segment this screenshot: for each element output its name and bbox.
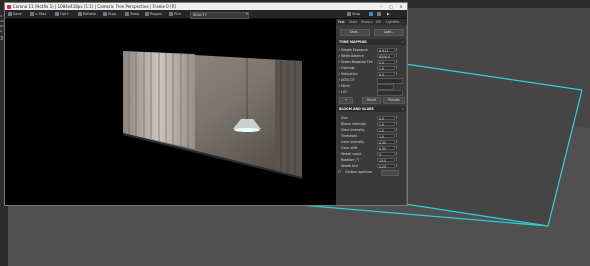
corona-logo-icon [7,4,11,9]
spinner-icon[interactable]: ▴ ▾ [396,133,399,138]
options-icon [55,12,59,16]
spinner-icon[interactable]: ▴ ▾ [396,65,399,70]
window-title: Corona 11 (Hotfix 1) | 1084x418px (1:1) … [13,4,176,9]
tm-row: ✓ LUT [337,89,406,97]
spinner-icon[interactable]: ▴ ▾ [396,157,399,162]
max-icon [30,12,34,16]
refresh-icon [78,12,82,16]
tasks-button[interactable]: Tasks [125,10,139,18]
play-icon[interactable]: ▶ [387,10,390,18]
check-icon: ✓ [401,107,404,111]
refresh-button[interactable]: Refresh [78,10,96,18]
minimize-icon[interactable]: – [376,3,386,10]
region-button[interactable]: Region [145,10,162,18]
stop-button[interactable]: Stop [103,10,116,18]
tab-stats[interactable]: Stats [349,19,357,25]
tone-mapping-header[interactable]: TONE MAPPING ✓ [337,39,406,45]
value-field[interactable]: 1.0 [377,127,395,133]
value-field[interactable]: 6500.0 [377,53,395,59]
value-field[interactable]: 1.0 [377,133,395,139]
maximize-icon[interactable]: □ [386,3,396,10]
render-element-select[interactable]: BEAUTY [190,11,249,19]
spinner-icon[interactable]: ▴ ▾ [396,145,399,150]
lut-select[interactable] [377,89,403,97]
bloom-glare-header[interactable]: BLOOM AND GLARE ✓ [337,106,406,112]
panel-scrollbar[interactable] [406,25,407,205]
load-preset-button[interactable]: Load... [374,29,404,36]
tab-dr[interactable]: DR [376,19,381,25]
pick-icon [169,12,173,16]
value-field[interactable]: 0.50 [377,145,395,151]
add-operator-button[interactable]: + [339,97,353,104]
aperture-select-button[interactable] [381,169,399,176]
value-field[interactable]: 0.0 [377,71,395,77]
tab-post[interactable]: Post [338,19,345,25]
custom-aperture-row: ☐ Custom aperture [337,169,406,176]
view-toggle-icon[interactable] [377,10,382,18]
spinner-icon[interactable]: ▴ ▾ [396,53,399,58]
spinner-icon[interactable]: ▴ ▾ [396,115,399,120]
reset-button[interactable]: Reset [362,97,381,104]
value-field[interactable]: 0.0 [377,59,395,65]
view-toggle-icon[interactable] [369,10,374,18]
value-field[interactable]: 1.0 [377,121,395,127]
check-icon: ✓ [401,40,404,44]
value-field[interactable]: 1.0 [377,65,395,71]
tab-history[interactable]: History [361,19,372,25]
rendered-image [123,51,302,179]
spinner-icon[interactable]: ▴ ▾ [396,151,399,156]
region-icon [145,12,149,16]
spinner-icon[interactable]: ▴ ▾ [396,127,399,132]
post-panel: Post Stats History DR LightMix Save... L… [336,19,407,205]
chevron-down-icon[interactable]: ▾ [246,10,248,18]
send-to-max-button[interactable]: > Max [30,10,46,18]
value-field[interactable]: 3 [377,151,395,157]
value-field[interactable]: 0.917 [377,47,395,53]
value-field[interactable]: 0.0 [377,115,395,121]
corona-vfb-window[interactable]: Corona 11 (Hotfix 1) | 1084x418px (1:1) … [4,2,408,206]
stop-right-button[interactable]: Stop [347,10,360,18]
options-button[interactable]: Opt+ [55,10,69,18]
value-field[interactable]: 15.0 [377,157,395,163]
presets-button[interactable]: Presets [383,97,405,104]
stop-icon [347,12,351,16]
render-image-area[interactable] [5,19,335,205]
vfb-titlebar[interactable]: Corona 11 (Hotfix 1) | 1084x418px (1:1) … [5,3,407,10]
value-field[interactable]: 0.30 [377,139,395,145]
save-button[interactable]: Save [8,10,22,18]
close-icon[interactable]: ✕ [396,3,406,10]
spinner-icon[interactable]: ▴ ▾ [396,71,399,76]
spinner-icon[interactable]: ▴ ▾ [396,47,399,52]
pick-button[interactable]: Pick [169,10,181,18]
save-icon [8,12,12,16]
tab-lightmix[interactable]: LightMix [386,19,399,25]
stop-icon [103,12,107,16]
spinner-icon[interactable]: ▴ ▾ [396,121,399,126]
spinner-icon[interactable]: ▴ ▾ [396,163,399,168]
save-preset-button[interactable]: Save... [340,29,370,36]
value-field[interactable]: 0.20 [377,163,395,169]
checkbox[interactable]: ☐ [338,169,341,175]
vfb-toolbar: Save > Max Opt+ Refresh Stop Tasks Regio… [5,10,407,19]
panel-tabs: Post Stats History DR LightMix [336,19,407,25]
spinner-icon[interactable]: ▴ ▾ [396,59,399,64]
tasks-icon [125,12,129,16]
spinner-icon[interactable]: ▴ ▾ [396,139,399,144]
